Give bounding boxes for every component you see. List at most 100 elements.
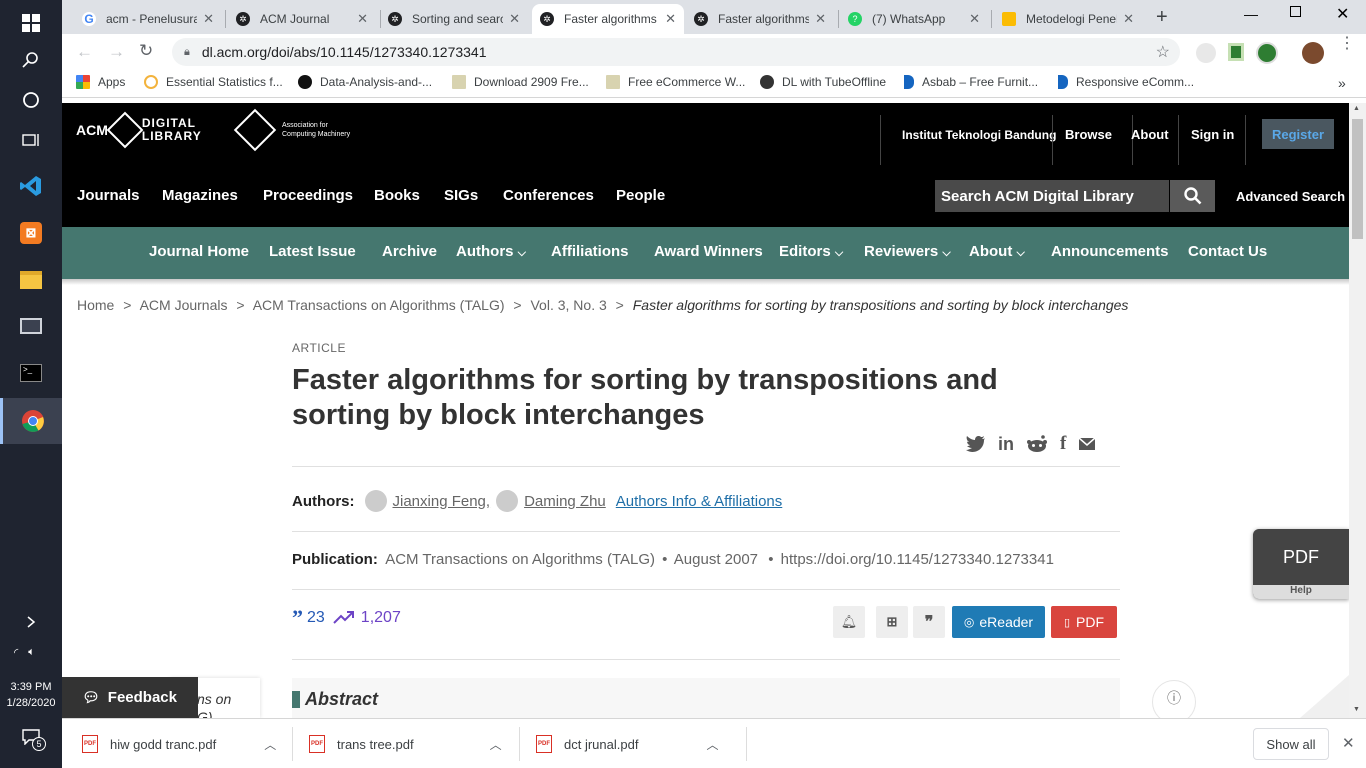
reviewers-menu[interactable]: Reviewers ⌵	[864, 243, 951, 260]
authors-menu[interactable]: Authors ⌵	[456, 243, 526, 260]
nav-books[interactable]: Books	[374, 187, 420, 204]
tab-faster-algorithms-active[interactable]: ✲ Faster algorithms ✕	[532, 4, 684, 34]
page-scrollbar[interactable]: ▲ ▼	[1349, 103, 1366, 718]
doi-link[interactable]: https://doi.org/10.1145/1273340.1273341	[781, 551, 1054, 568]
acm-dl-logo[interactable]: ACM DIGITAL LIBRARY	[76, 111, 202, 149]
award-winners-link[interactable]: Award Winners	[654, 243, 763, 260]
extension-green-icon[interactable]	[1228, 43, 1244, 61]
reload-icon[interactable]: ↻	[139, 41, 153, 61]
new-tab-plus-icon[interactable]: +	[1156, 6, 1168, 29]
star-bookmark-icon[interactable]: ☆	[1156, 42, 1170, 62]
extension-globe-icon[interactable]	[1196, 43, 1216, 63]
clock[interactable]: 3:39 PM 1/28/2020	[0, 679, 62, 711]
email-icon[interactable]	[1078, 437, 1096, 451]
bookmark-dl-tubeoffline[interactable]: DL with TubeOffline	[760, 75, 886, 89]
scroll-thumb[interactable]	[1352, 119, 1363, 239]
linkedin-icon[interactable]: in	[998, 434, 1014, 455]
add-to-binder-button[interactable]: ⊞	[876, 606, 908, 638]
download-item-1[interactable]: PDF hiw godd tranc.pdf ︿	[82, 735, 276, 753]
vscode-icon[interactable]	[0, 163, 62, 209]
search-button[interactable]	[1170, 180, 1215, 212]
nav-journals[interactable]: Journals	[77, 187, 140, 204]
close-icon[interactable]: ✕	[815, 11, 826, 27]
nav-proceedings[interactable]: Proceedings	[263, 187, 353, 204]
download-item-3[interactable]: PDF dct jrunal.pdf ︿	[536, 735, 718, 753]
window-close-icon[interactable]: ✕	[1336, 4, 1349, 24]
affiliations-link[interactable]: Affiliations	[551, 243, 629, 260]
breadcrumb-issue[interactable]: Vol. 3, No. 3	[530, 297, 606, 313]
task-view-icon[interactable]	[0, 117, 62, 163]
xampp-icon[interactable]: ⊠	[0, 210, 62, 256]
browse-link[interactable]: Browse	[1065, 127, 1112, 142]
about-link[interactable]: About	[1131, 127, 1169, 142]
bookmark-download-2909[interactable]: Download 2909 Fre...	[452, 75, 589, 89]
close-icon[interactable]: ✕	[969, 11, 980, 27]
tab-acm-journal[interactable]: ✲ ACM Journal ✕	[228, 4, 376, 34]
extension-earth-icon[interactable]	[1256, 42, 1278, 64]
twitter-icon[interactable]	[966, 435, 986, 453]
chevron-up-icon[interactable]: ︿	[490, 736, 502, 753]
nav-conferences[interactable]: Conferences	[503, 187, 594, 204]
editors-menu[interactable]: Editors ⌵	[779, 243, 843, 260]
author-link-1[interactable]: Jianxing Feng,	[393, 493, 491, 510]
pdf-widget-help[interactable]: Help	[1253, 585, 1349, 599]
pdf-button[interactable]: ▯ PDF	[1051, 606, 1117, 638]
nav-magazines[interactable]: Magazines	[162, 187, 238, 204]
tab-sorting-search[interactable]: ✲ Sorting and search ✕	[380, 4, 528, 34]
register-button[interactable]: Register	[1262, 119, 1334, 149]
restore-icon[interactable]	[1290, 6, 1301, 17]
close-icon[interactable]: ✕	[203, 11, 214, 27]
close-icon[interactable]: ✕	[357, 11, 368, 27]
publication-journal-link[interactable]: ACM Transactions on Algorithms (TALG)	[385, 551, 655, 568]
scroll-down-icon[interactable]: ▼	[1353, 706, 1360, 713]
address-bar[interactable]: 🔒︎ dl.acm.org/doi/abs/10.1145/1273340.12…	[172, 38, 1180, 66]
facebook-icon[interactable]: f	[1060, 433, 1066, 455]
signin-link[interactable]: Sign in	[1191, 127, 1234, 142]
acm-association-logo[interactable]: Association for Computing Machinery	[233, 108, 350, 152]
volume-icon[interactable]: 🔈︎	[28, 646, 35, 659]
profile-avatar[interactable]	[1302, 42, 1324, 64]
download-item-2[interactable]: PDF trans tree.pdf ︿	[309, 735, 502, 753]
bookmark-responsive-ecomm[interactable]: Responsive eComm...	[1058, 75, 1194, 89]
bookmark-apps[interactable]: Apps	[76, 75, 125, 89]
show-all-button[interactable]: Show all	[1253, 728, 1329, 760]
pdf-widget[interactable]: PDF Help	[1253, 529, 1349, 599]
chrome-taskbar-icon[interactable]	[0, 398, 62, 444]
ereader-button[interactable]: ◎ eReader	[952, 606, 1045, 638]
chevron-up-icon[interactable]: ︿	[264, 736, 276, 753]
scroll-up-icon[interactable]: ▲	[1353, 105, 1360, 112]
bookmark-asbab[interactable]: Asbab – Free Furnit...	[904, 75, 1038, 89]
tab-google-search[interactable]: G acm - Penelusuran ✕	[74, 4, 222, 34]
close-icon[interactable]: ✕	[1123, 11, 1134, 27]
close-icon[interactable]: ✕	[665, 11, 676, 27]
announcements-link[interactable]: Announcements	[1051, 243, 1169, 260]
bookmark-data-analysis[interactable]: Data-Analysis-and-...	[298, 75, 432, 89]
menu-kebab-icon[interactable]: ⋮	[1339, 36, 1355, 52]
nav-sigs[interactable]: SIGs	[444, 187, 478, 204]
bookmark-free-ecommerce[interactable]: Free eCommerce W...	[606, 75, 745, 89]
alert-bell-button[interactable]: 🔔︎	[833, 606, 865, 638]
tab-metodelogi[interactable]: Metodelogi Penelitian ✕	[994, 4, 1142, 34]
back-arrow-icon[interactable]: ←	[76, 42, 93, 62]
about-menu[interactable]: About ⌵	[969, 243, 1025, 260]
terminal-icon[interactable]: >_	[0, 350, 62, 396]
breadcrumb-talg[interactable]: ACM Transactions on Algorithms (TALG)	[253, 297, 505, 313]
breadcrumb-home[interactable]: Home	[77, 297, 114, 313]
chevron-up-icon[interactable]: ︿	[706, 736, 718, 753]
file-explorer-icon[interactable]	[0, 257, 62, 303]
close-icon[interactable]: ✕	[509, 11, 520, 27]
reddit-icon[interactable]	[1026, 435, 1048, 453]
chevron-up-icon[interactable]	[0, 607, 62, 637]
breadcrumb-acm-journals[interactable]: ACM Journals	[140, 297, 228, 313]
nav-people[interactable]: People	[616, 187, 665, 204]
download-count[interactable]: 1,207	[361, 609, 401, 627]
app-window-icon[interactable]	[0, 303, 62, 349]
journal-home-link[interactable]: Journal Home	[149, 243, 249, 260]
latest-issue-link[interactable]: Latest Issue	[269, 243, 356, 260]
feedback-button[interactable]: 💬︎ Feedback	[62, 677, 198, 718]
contact-us-link[interactable]: Contact Us	[1188, 243, 1267, 260]
authors-info-link[interactable]: Authors Info & Affiliations	[616, 493, 783, 510]
close-downloads-icon[interactable]: ✕	[1342, 734, 1355, 752]
bookmarks-overflow-icon[interactable]: »	[1338, 75, 1346, 91]
bookmark-essential-statistics[interactable]: Essential Statistics f...	[144, 75, 283, 89]
